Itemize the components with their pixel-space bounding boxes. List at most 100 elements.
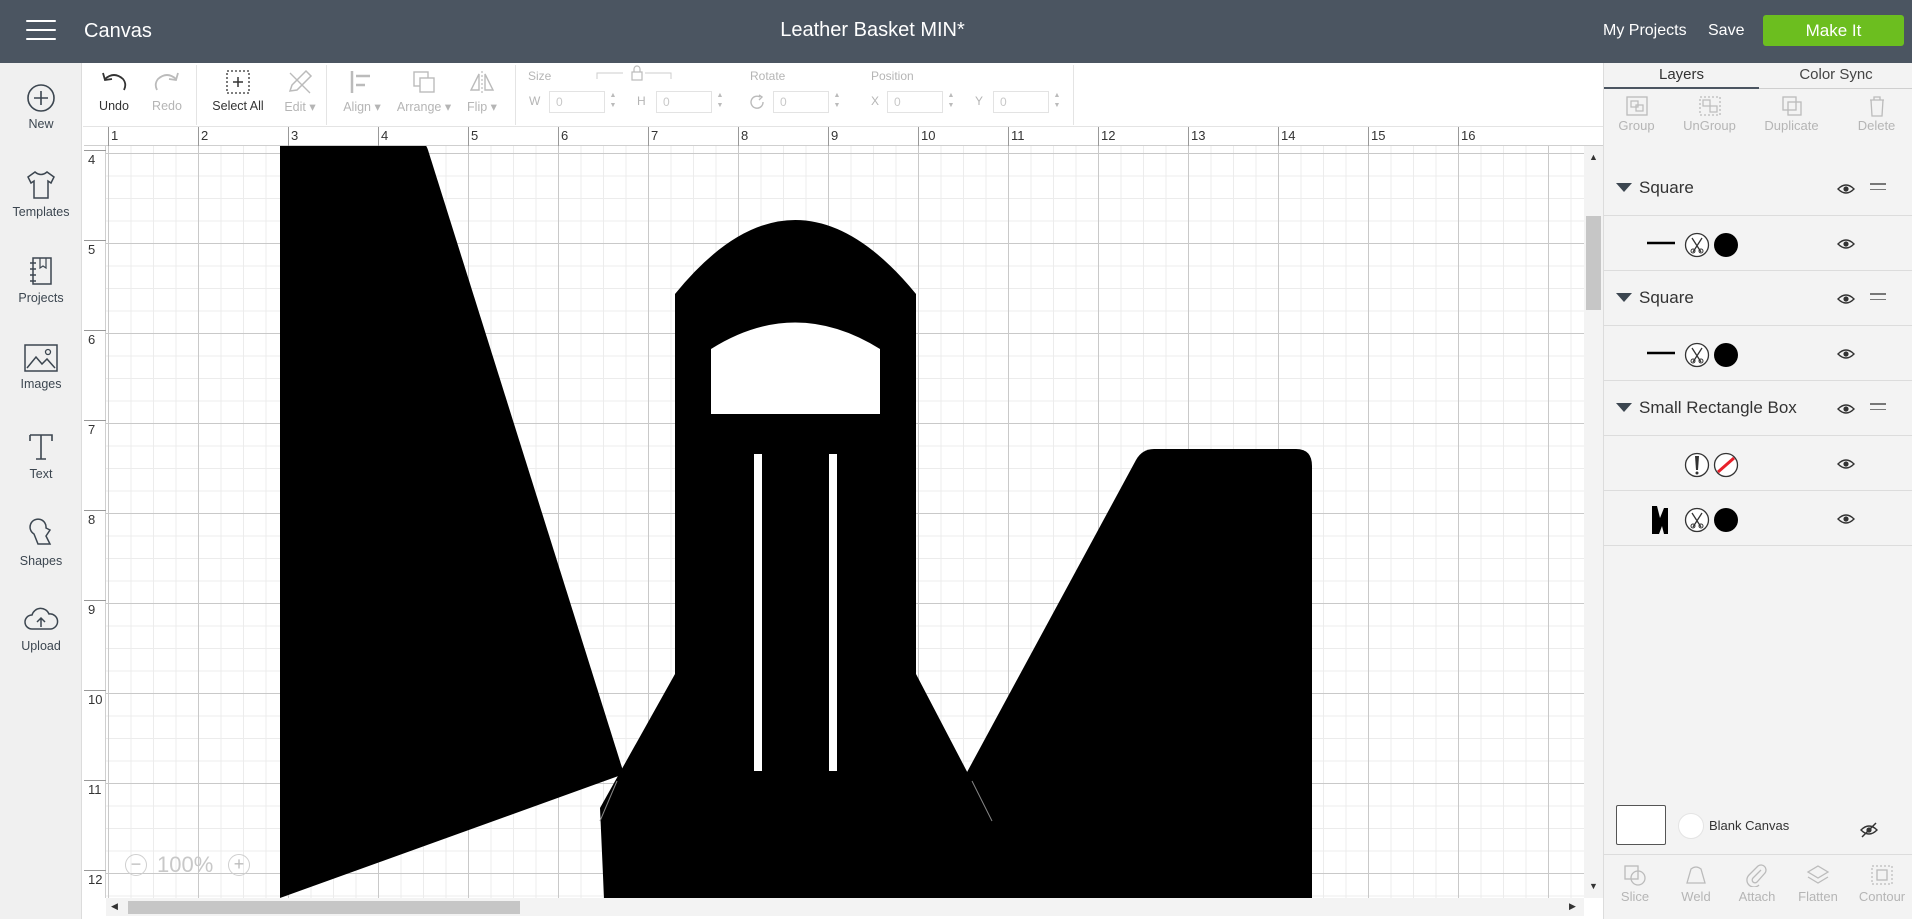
- drag-handle-icon[interactable]: [1870, 403, 1886, 414]
- collapse-triangle-icon[interactable]: [1616, 293, 1632, 302]
- select-all-button[interactable]: Select All: [201, 63, 275, 113]
- group-button[interactable]: Group: [1599, 95, 1674, 133]
- color-swatch-none-red[interactable]: [1713, 452, 1739, 478]
- ungroup-button[interactable]: UnGroup: [1672, 95, 1747, 133]
- contour-button[interactable]: Contour: [1851, 863, 1912, 904]
- y-position-input[interactable]: 0: [993, 91, 1049, 113]
- sidebar-item-shapes[interactable]: Shapes: [0, 518, 82, 568]
- canvas-thumbnail[interactable]: [1616, 805, 1666, 845]
- redo-button[interactable]: Redo: [139, 63, 195, 113]
- attach-button[interactable]: Attach: [1726, 863, 1788, 904]
- eye-icon[interactable]: [1837, 403, 1855, 415]
- scissors-icon[interactable]: [1684, 507, 1710, 533]
- zoom-in-button[interactable]: +: [228, 854, 250, 876]
- tab-color-sync[interactable]: Color Sync: [1759, 63, 1912, 89]
- vertical-scrollbar[interactable]: ▲ ▼: [1584, 146, 1603, 898]
- eye-icon[interactable]: [1837, 513, 1855, 525]
- slice-button[interactable]: Slice: [1604, 863, 1666, 904]
- sidebar-item-new[interactable]: New: [0, 83, 82, 131]
- scroll-up-arrow-icon[interactable]: ▲: [1589, 152, 1598, 162]
- drag-handle-icon[interactable]: [1870, 183, 1886, 194]
- eye-icon[interactable]: [1837, 458, 1855, 470]
- eye-icon[interactable]: [1837, 348, 1855, 360]
- scroll-down-arrow-icon[interactable]: ▼: [1589, 881, 1598, 891]
- ruler-label: 7: [651, 128, 659, 143]
- delete-button[interactable]: Delete: [1839, 95, 1912, 133]
- sidebar-item-images[interactable]: Images: [0, 343, 82, 391]
- canvas-color-swatch[interactable]: [1678, 813, 1704, 839]
- scroll-right-arrow-icon[interactable]: ▶: [1569, 901, 1576, 912]
- x-position-stepper[interactable]: ▲ ▼: [946, 91, 956, 113]
- ruler-label: 10: [88, 692, 103, 707]
- weld-label: Weld: [1681, 889, 1711, 904]
- right-tab-shape[interactable]: [966, 449, 1312, 898]
- eye-icon[interactable]: [1837, 293, 1855, 305]
- ruler-label: 14: [1281, 128, 1296, 143]
- ruler-tick: [918, 127, 919, 146]
- layer-item[interactable]: [1604, 326, 1912, 381]
- color-swatch-black[interactable]: [1713, 342, 1739, 368]
- scroll-left-arrow-icon[interactable]: ◀: [111, 901, 118, 912]
- width-stepper[interactable]: ▲ ▼: [608, 91, 618, 113]
- arrange-dropdown[interactable]: Arrange ▾: [391, 63, 457, 114]
- edit-dropdown[interactable]: Edit ▾: [273, 63, 327, 114]
- rotate-input[interactable]: 0: [773, 91, 829, 113]
- height-stepper[interactable]: ▲ ▼: [715, 91, 725, 113]
- sidebar-item-text[interactable]: Text: [0, 431, 82, 481]
- layer-group[interactable]: Square: [1604, 161, 1912, 216]
- flatten-button[interactable]: Flatten: [1787, 863, 1849, 904]
- flip-dropdown[interactable]: Flip ▾: [457, 63, 507, 114]
- height-input[interactable]: 0: [656, 91, 712, 113]
- y-position-stepper[interactable]: ▲ ▼: [1052, 91, 1062, 113]
- sidebar-item-templates[interactable]: Templates: [0, 169, 82, 219]
- color-swatch-black[interactable]: [1713, 507, 1739, 533]
- sidebar-item-label: Upload: [21, 639, 61, 653]
- scissors-icon[interactable]: [1684, 342, 1710, 368]
- layer-item[interactable]: [1604, 436, 1912, 491]
- zoom-out-button[interactable]: −: [125, 854, 147, 876]
- save-link[interactable]: Save: [1708, 22, 1744, 40]
- eye-icon[interactable]: [1837, 238, 1855, 250]
- horizontal-scrollbar[interactable]: ◀ ▶: [106, 898, 1584, 916]
- make-it-button[interactable]: Make It: [1763, 15, 1904, 46]
- x-position-input[interactable]: 0: [887, 91, 943, 113]
- sidebar-item-upload[interactable]: Upload: [0, 605, 82, 653]
- collapse-triangle-icon[interactable]: [1616, 183, 1632, 192]
- score-pen-icon[interactable]: [1684, 452, 1710, 478]
- drag-handle-icon[interactable]: [1870, 293, 1886, 304]
- layer-group[interactable]: Square: [1604, 271, 1912, 326]
- ruler-label: 15: [1371, 128, 1386, 143]
- rotate-stepper[interactable]: ▲ ▼: [832, 91, 842, 113]
- tab-layers[interactable]: Layers: [1604, 63, 1759, 89]
- horizontal-scroll-thumb[interactable]: [128, 901, 520, 914]
- ungroup-icon: [1698, 96, 1721, 116]
- undo-button[interactable]: Undo: [83, 63, 145, 113]
- blank-canvas-row[interactable]: Blank Canvas: [1604, 795, 1912, 852]
- eye-hidden-icon[interactable]: [1859, 822, 1879, 838]
- left-tab-shape[interactable]: [280, 146, 624, 898]
- ruler-label: 10: [921, 128, 936, 143]
- layer-item[interactable]: [1604, 216, 1912, 271]
- eye-icon[interactable]: [1837, 183, 1855, 195]
- leather-basket-shapes[interactable]: [106, 146, 1584, 898]
- scissors-icon[interactable]: [1684, 232, 1710, 258]
- vertical-scroll-thumb[interactable]: [1586, 216, 1601, 310]
- color-swatch-black[interactable]: [1713, 232, 1739, 258]
- flip-label: Flip: [467, 100, 488, 114]
- layer-item[interactable]: [1604, 491, 1912, 546]
- duplicate-icon: [1781, 96, 1802, 116]
- design-canvas[interactable]: [106, 146, 1584, 898]
- edit-label: Edit: [284, 100, 306, 114]
- ruler-tick: [198, 127, 199, 146]
- ruler-label: 6: [561, 128, 569, 143]
- sidebar-item-projects[interactable]: Projects: [0, 255, 82, 305]
- layer-group[interactable]: Small Rectangle Box: [1604, 381, 1912, 436]
- duplicate-button[interactable]: Duplicate: [1754, 95, 1829, 133]
- width-input[interactable]: 0: [549, 91, 605, 113]
- sidebar-item-label: Templates: [12, 205, 70, 219]
- weld-button[interactable]: Weld: [1665, 863, 1727, 904]
- my-projects-link[interactable]: My Projects: [1603, 22, 1687, 40]
- align-dropdown[interactable]: Align ▾: [333, 63, 391, 114]
- center-arch-shape[interactable]: [600, 220, 986, 898]
- collapse-triangle-icon[interactable]: [1616, 403, 1632, 412]
